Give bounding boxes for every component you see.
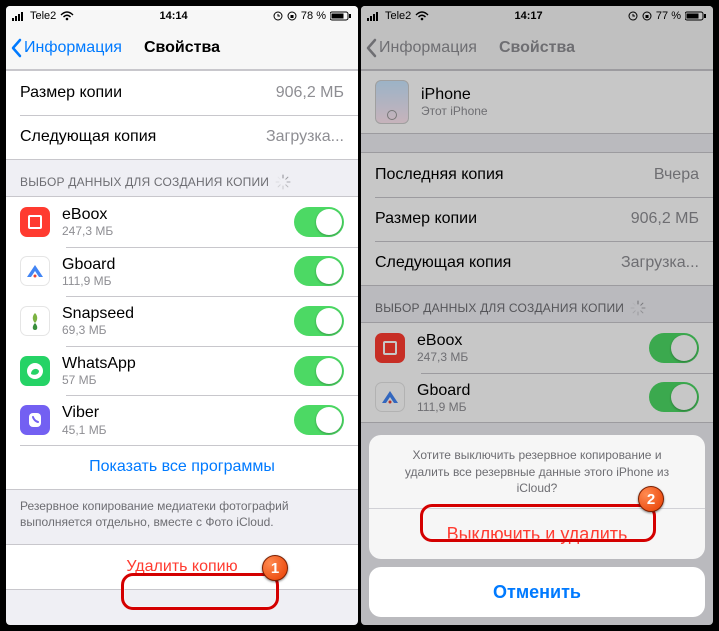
apps-group-title: ВЫБОР ДАННЫХ ДЛЯ СОЗДАНИЯ КОПИИ (20, 175, 269, 189)
show-all-label: Показать все программы (89, 458, 275, 476)
battery-percent: 78 % (301, 10, 326, 22)
show-all-apps-button[interactable]: Показать все программы (6, 445, 358, 489)
disable-and-delete-button[interactable]: Выключить и удалить (369, 509, 705, 559)
status-bar: Tele2 14:14 78 % (6, 6, 358, 26)
app-row: WhatsApp57 МБ (6, 346, 358, 396)
app-row: eBoox247,3 МБ (6, 197, 358, 247)
app-icon (20, 405, 50, 435)
next-backup-row: Следующая копия Загрузка... (6, 115, 358, 159)
alarm-icon (273, 11, 283, 21)
app-row: Gboard111,9 МБ (6, 247, 358, 297)
apps-group: eBoox247,3 МБGboard111,9 МБSnapseed69,3 … (6, 196, 358, 490)
row-label: Следующая копия (20, 128, 156, 146)
app-size: 69,3 МБ (62, 323, 134, 337)
rotation-lock-icon (287, 11, 297, 21)
wifi-icon (60, 11, 74, 21)
app-toggle[interactable] (294, 356, 344, 386)
row-value: Загрузка... (266, 128, 344, 146)
app-size: 247,3 МБ (62, 224, 113, 238)
backup-size-row: Размер копии 906,2 МБ (6, 71, 358, 115)
action-sheet-message: Хотите выключить резервное копирование и… (369, 435, 705, 509)
summary-group: Размер копии 906,2 МБ Следующая копия За… (6, 70, 358, 160)
back-button[interactable]: Информация (6, 38, 122, 58)
app-icon (20, 207, 50, 237)
app-size: 57 МБ (62, 373, 136, 387)
phone-right: Tele2 14:17 77 % Информация Свойства iPh… (361, 6, 713, 625)
battery-icon (330, 11, 352, 21)
row-label: Размер копии (20, 84, 122, 102)
signal-icon (12, 11, 26, 21)
row-value: 906,2 МБ (276, 84, 344, 102)
app-icon (20, 256, 50, 286)
cancel-button[interactable]: Отменить (369, 567, 705, 617)
phone-left: Tele2 14:14 78 % Информация Свойства Раз… (6, 6, 358, 625)
app-toggle[interactable] (294, 306, 344, 336)
carrier-label: Tele2 (30, 10, 56, 22)
clock: 14:14 (160, 10, 188, 22)
app-name: Gboard (62, 255, 115, 274)
app-name: Snapseed (62, 304, 134, 323)
app-name: eBoox (62, 205, 113, 224)
back-label: Информация (24, 39, 122, 57)
photos-footer-note: Резервное копирование медиатеки фотограф… (6, 490, 358, 544)
app-size: 45,1 МБ (62, 423, 107, 437)
app-icon (20, 356, 50, 386)
nav-bar: Информация Свойства (6, 26, 358, 70)
delete-backup-button[interactable]: Удалить копию (6, 545, 358, 589)
app-size: 111,9 МБ (62, 274, 115, 288)
app-row: Snapseed69,3 МБ (6, 296, 358, 346)
delete-backup-label: Удалить копию (126, 558, 237, 576)
chevron-left-icon (10, 38, 22, 58)
delete-group: Удалить копию (6, 544, 358, 590)
app-toggle[interactable] (294, 207, 344, 237)
apps-group-header: ВЫБОР ДАННЫХ ДЛЯ СОЗДАНИЯ КОПИИ (6, 160, 358, 196)
app-toggle[interactable] (294, 405, 344, 435)
app-name: Viber (62, 403, 107, 422)
spinner-icon (275, 174, 291, 190)
app-toggle[interactable] (294, 256, 344, 286)
app-row: Viber45,1 МБ (6, 395, 358, 445)
app-name: WhatsApp (62, 354, 136, 373)
app-icon (20, 306, 50, 336)
action-sheet: Хотите выключить резервное копирование и… (369, 435, 705, 617)
